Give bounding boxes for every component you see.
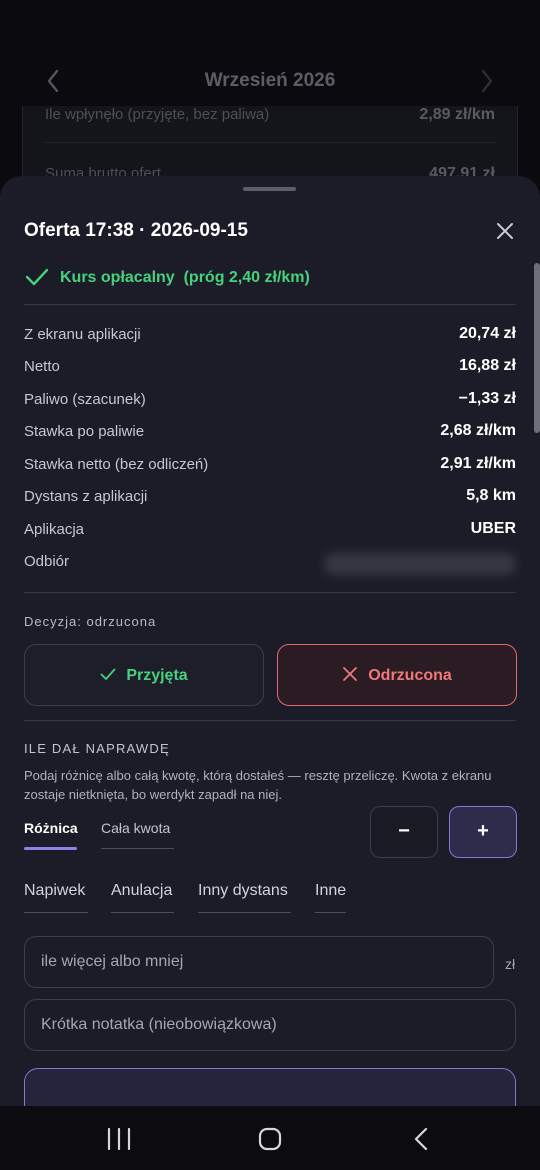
detail-row: Stawka po paliwie 2,68 zł/km — [24, 421, 516, 445]
recent-apps-icon[interactable] — [106, 1128, 132, 1150]
tab-difference[interactable]: Różnica — [24, 820, 78, 836]
accept-button[interactable]: Przyjęta — [24, 644, 264, 706]
close-icon[interactable] — [494, 220, 516, 242]
checkmark-icon — [100, 668, 116, 680]
amount-input[interactable] — [41, 937, 479, 987]
offer-bottom-sheet: Oferta 17:38 · 2026-09-15 Kurs opłacalny… — [0, 176, 540, 1106]
detail-row: Paliwo (szacunek) −1,33 zł — [24, 389, 516, 413]
detail-row: Odbiór — [24, 551, 516, 575]
scrollbar[interactable] — [534, 263, 540, 433]
note-field[interactable] — [24, 999, 516, 1051]
increase-button[interactable]: + — [449, 806, 517, 858]
accept-button-label: Przyjęta — [126, 667, 188, 684]
divider — [24, 304, 516, 305]
detail-label: Stawka netto (bez odliczeń) — [24, 456, 209, 473]
system-navigation-bar — [0, 1106, 540, 1170]
detail-value: 20,74 zł — [459, 325, 516, 342]
detail-label: Odbiór — [24, 553, 70, 570]
detail-label: Stawka po paliwie — [24, 423, 145, 440]
reason-chip-other-distance[interactable]: Inny dystans — [198, 882, 288, 900]
reject-button-label: Odrzucona — [368, 667, 452, 684]
background-row-label: Ile wpłynęło (przyjęte, bez paliwa) — [45, 106, 270, 123]
detail-row: Netto 16,88 zł — [24, 356, 516, 380]
detail-value: 5,8 km — [466, 487, 516, 504]
sheet-title: Oferta 17:38 · 2026-09-15 — [24, 220, 248, 241]
detail-row: Z ekranu aplikacji 20,74 zł — [24, 324, 516, 348]
background-row-value: 2,89 zł/km — [419, 106, 495, 123]
decrease-button[interactable]: − — [370, 806, 438, 858]
verdict-text: Kurs opłacalny (próg 2,40 zł/km) — [60, 269, 310, 286]
decision-status: Decyzja: odrzucona — [24, 614, 157, 629]
helper-text: Podaj różnicę albo całą kwotę, którą dos… — [24, 768, 492, 802]
close-icon — [343, 667, 358, 681]
divider — [45, 142, 495, 143]
note-input[interactable] — [41, 1000, 501, 1050]
detail-row: Dystans z aplikacji 5,8 km — [24, 486, 516, 510]
pickup-address-redacted — [324, 553, 516, 575]
detail-value: −1,33 zł — [458, 390, 516, 407]
detail-label: Paliwo (szacunek) — [24, 391, 146, 408]
back-icon[interactable] — [412, 1127, 430, 1151]
divider — [24, 592, 516, 593]
amount-field[interactable] — [24, 936, 494, 988]
save-button[interactable] — [24, 1068, 516, 1106]
detail-value: 16,88 zł — [459, 357, 516, 374]
background-month-title: Wrzesień 2026 — [204, 70, 336, 91]
detail-row: Stawka netto (bez odliczeń) 2,91 zł/km — [24, 454, 516, 478]
detail-label: Netto — [24, 358, 60, 375]
background-row: Ile wpłynęło (przyjęte, bez paliwa) 2,89… — [45, 106, 495, 130]
chevron-right-icon[interactable] — [478, 68, 496, 94]
chip-underline — [315, 912, 346, 913]
detail-label: Dystans z aplikacji — [24, 488, 148, 505]
sheet-drag-handle[interactable] — [243, 187, 296, 191]
reason-chip-other[interactable]: Inne — [315, 882, 346, 900]
background-month-header: Wrzesień 2026 — [0, 68, 540, 94]
minus-icon: − — [398, 820, 410, 842]
plus-icon: + — [477, 820, 489, 842]
chip-underline — [198, 912, 291, 913]
verdict-row: Kurs opłacalny (próg 2,40 zł/km) — [24, 264, 516, 294]
checkmark-icon — [25, 268, 49, 286]
home-icon[interactable] — [258, 1127, 282, 1151]
tab-full-amount[interactable]: Cała kwota — [101, 820, 170, 836]
reason-chip-cancellation[interactable]: Anulacja — [111, 882, 172, 900]
detail-value: 2,91 zł/km — [440, 455, 516, 472]
divider — [24, 720, 516, 721]
tab-underline — [101, 848, 174, 849]
detail-label: Z ekranu aplikacji — [24, 326, 141, 343]
detail-value: 2,68 zł/km — [440, 422, 516, 439]
detail-row: Aplikacja UBER — [24, 519, 516, 543]
currency-unit: zł — [505, 956, 516, 972]
section-title: ILE DAŁ NAPRAWDĘ — [24, 741, 170, 756]
reason-chip-tip[interactable]: Napiwek — [24, 882, 85, 900]
reject-button[interactable]: Odrzucona — [277, 644, 517, 706]
detail-value: UBER — [470, 520, 516, 537]
chip-underline — [111, 912, 174, 913]
detail-label: Aplikacja — [24, 521, 85, 538]
tab-active-indicator — [24, 847, 77, 850]
chip-underline — [24, 912, 88, 913]
